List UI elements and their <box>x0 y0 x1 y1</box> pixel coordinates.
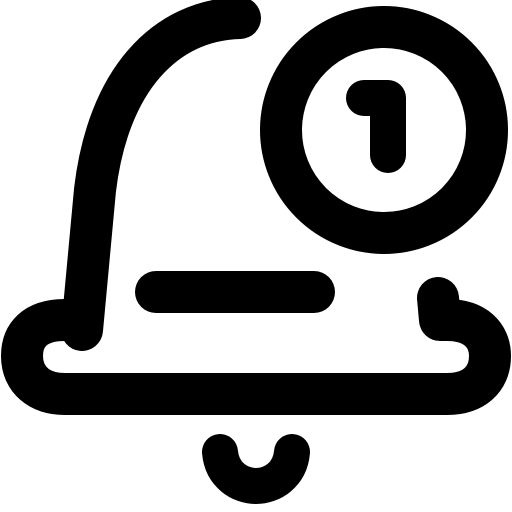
notification-bell-icon: 1 <box>1 0 511 504</box>
bell-clapper <box>202 434 310 504</box>
badge-count-glyph <box>346 80 406 173</box>
icon-canvas: 1 <box>0 0 512 512</box>
